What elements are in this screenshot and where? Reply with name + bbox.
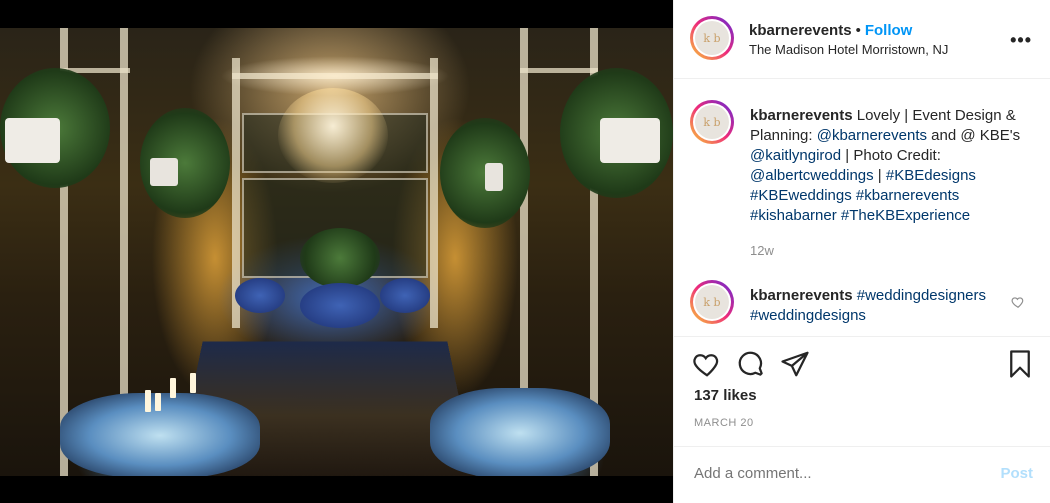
caption-avatar[interactable]: k b bbox=[690, 100, 734, 144]
post-media bbox=[0, 0, 673, 503]
caption-text: and @ KBE's bbox=[927, 127, 1021, 144]
avatar[interactable]: k b bbox=[690, 16, 734, 60]
comment-input[interactable] bbox=[694, 465, 984, 482]
heart-icon[interactable] bbox=[692, 349, 722, 379]
comment-avatar[interactable]: k b bbox=[690, 280, 734, 324]
caption: kbarnerevents Lovely | Event Design & Pl… bbox=[750, 106, 1030, 226]
comment: kbarnerevents #weddingdesigners #wedding… bbox=[750, 286, 1010, 326]
avatar-logo: k b bbox=[695, 21, 729, 55]
like-count[interactable]: 137 likes bbox=[694, 387, 757, 404]
share-icon[interactable] bbox=[780, 349, 810, 379]
post-photo[interactable] bbox=[0, 28, 673, 476]
comment-icon[interactable] bbox=[736, 349, 766, 379]
header-username[interactable]: kbarnerevents bbox=[749, 22, 852, 39]
hashtag-link[interactable]: #KBEdesigns bbox=[886, 167, 976, 184]
avatar-logo: k b bbox=[695, 105, 729, 139]
follow-button[interactable]: Follow bbox=[865, 22, 913, 39]
caption-username[interactable]: kbarnerevents bbox=[750, 107, 853, 124]
post-actions: 137 likes MARCH 20 bbox=[674, 336, 1050, 436]
caption-timestamp[interactable]: 12w bbox=[750, 243, 774, 258]
caption-text: | bbox=[873, 167, 886, 184]
avatar-logo: k b bbox=[695, 285, 729, 319]
more-options-icon[interactable]: ••• bbox=[1010, 30, 1032, 51]
comment-username[interactable]: kbarnerevents bbox=[750, 287, 853, 304]
location-link[interactable]: The Madison Hotel Morristown, NJ bbox=[749, 42, 948, 57]
caption-text: | Photo Credit: bbox=[841, 147, 941, 164]
separator-dot: • bbox=[855, 22, 861, 39]
mention-link[interactable]: @kaitlyngirod bbox=[750, 147, 841, 164]
post-sidebar: k b kbarnerevents • Follow The Madison Hot… bbox=[673, 0, 1050, 503]
post-comment-button[interactable]: Post bbox=[1000, 465, 1033, 482]
post-date[interactable]: MARCH 20 bbox=[694, 417, 754, 429]
add-comment-bar: Post bbox=[674, 446, 1050, 503]
hashtag-link[interactable]: #TheKBExperience bbox=[841, 207, 970, 224]
mention-link[interactable]: @kbarnerevents bbox=[817, 127, 927, 144]
hashtag-link[interactable]: #kishabarner bbox=[750, 207, 837, 224]
comment-like-icon[interactable] bbox=[1011, 295, 1025, 309]
hashtag-link[interactable]: #kbarnerevents bbox=[856, 187, 959, 204]
save-icon[interactable] bbox=[1005, 349, 1035, 379]
hashtag-link[interactable]: #weddingdesigners bbox=[857, 287, 986, 304]
mention-link[interactable]: @albertcweddings bbox=[750, 167, 874, 184]
hashtag-link[interactable]: #KBEweddings bbox=[750, 187, 852, 204]
hashtag-link[interactable]: #weddingdesigns bbox=[750, 307, 866, 324]
post-header: k b kbarnerevents • Follow The Madison Hot… bbox=[674, 0, 1050, 79]
comments-list[interactable]: k b kbarnerevents Lovely | Event Design … bbox=[674, 80, 1050, 336]
